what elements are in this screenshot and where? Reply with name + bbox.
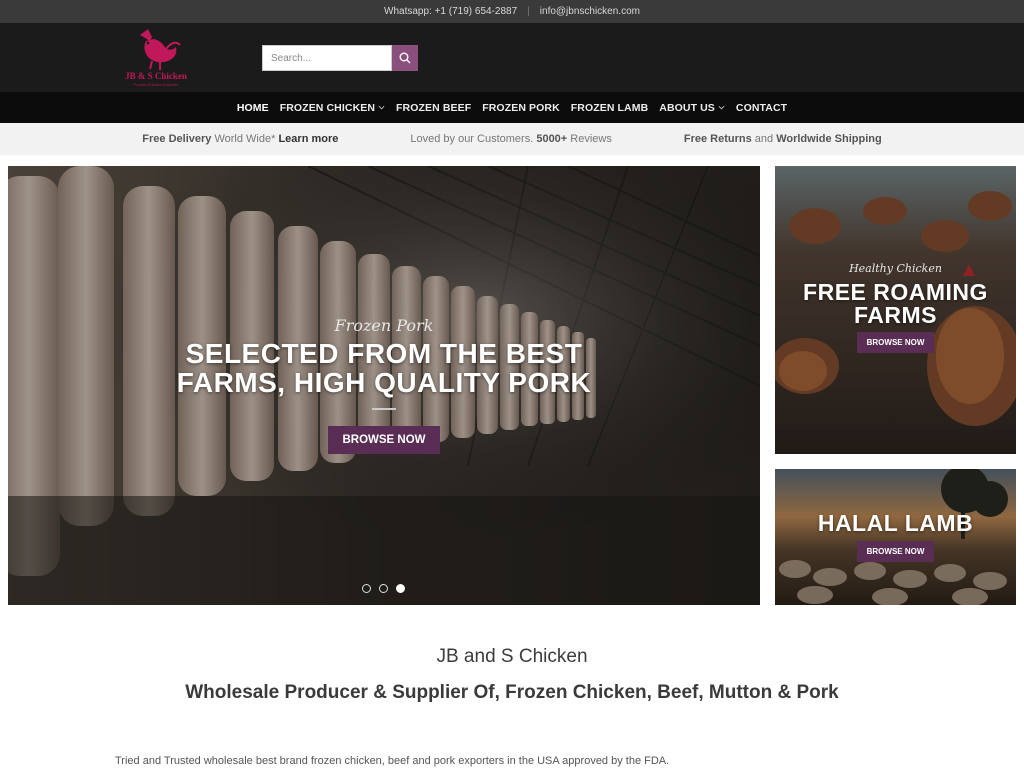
search-icon xyxy=(399,52,411,64)
slider-dot-1[interactable] xyxy=(362,584,371,593)
promo-returns-mid: and xyxy=(751,133,777,145)
promo-reviews: Loved by our Customers. 5000+ Reviews xyxy=(374,133,647,145)
lamb-browse-now-button[interactable]: BROWSE NOW xyxy=(856,541,935,562)
nav-item-label: HOME xyxy=(236,101,269,114)
promo-delivery: Free Delivery World Wide* Learn more xyxy=(106,133,374,145)
banner-free-roaming[interactable]: Healthy Chicken FREE ROAMING FARMS BROWS… xyxy=(775,166,1016,454)
nav-item-frozen-beef[interactable]: FROZEN BEEF xyxy=(396,102,471,114)
nav-item-label: FROZEN CHICKEN xyxy=(279,101,376,114)
nav-item-label: CONTACT xyxy=(735,101,788,114)
promo-returns: Free Returns and Worldwide Shipping xyxy=(648,133,918,145)
lamb-button-wrap: BROWSE NOW xyxy=(775,541,1016,562)
promo-shipping-bold: Worldwide Shipping xyxy=(776,133,882,145)
hero-slider[interactable]: Frozen Pork SELECTED FROM THE BEST FARMS… xyxy=(8,166,760,605)
nav-item-contact[interactable]: CONTACT xyxy=(736,102,787,114)
chicken-logo-icon xyxy=(140,29,181,70)
roaming-button-wrap: BROWSE NOW xyxy=(775,332,1016,353)
hero-headline-line1: SELECTED FROM THE BEST xyxy=(185,338,583,369)
sheep-banner-image xyxy=(775,469,1016,605)
chevron-down-icon xyxy=(378,105,385,110)
nav-item-label: FROZEN BEEF xyxy=(396,101,472,114)
hero-button-wrap: BROWSE NOW xyxy=(8,426,760,454)
lamb-title: HALAL LAMB xyxy=(817,510,974,536)
promo-reviews-rest: Reviews xyxy=(567,133,612,145)
search-button[interactable] xyxy=(392,45,418,71)
intro-description: Tried and Trusted wholesale best brand f… xyxy=(115,755,670,767)
banner-halal-lamb[interactable]: HALAL LAMB BROWSE NOW xyxy=(775,469,1016,605)
chevron-down-icon xyxy=(718,105,725,110)
email-link[interactable]: info@jbnschicken.com xyxy=(540,6,640,17)
promo-returns-bold: Free Returns xyxy=(683,133,752,145)
topbar-separator: | xyxy=(527,6,530,17)
promo-bar: Free Delivery World Wide* Learn more Lov… xyxy=(0,123,1024,155)
roaming-title-line2: FARMS xyxy=(854,302,937,328)
top-bar: Whatsapp: +1 (719) 654-2887 | info@jbnsc… xyxy=(0,0,1024,23)
promo-review-count: 5000+ xyxy=(536,133,568,145)
hero-divider xyxy=(372,408,396,410)
hero-browse-now-button[interactable]: BROWSE NOW xyxy=(328,426,440,454)
intro-title: JB and S Chicken xyxy=(436,646,588,667)
hero-headline-line2: FARMS, HIGH QUALITY PORK xyxy=(176,367,592,398)
search-input[interactable] xyxy=(262,45,392,71)
nav-item-frozen-chicken[interactable]: FROZEN CHICKEN xyxy=(280,102,385,114)
promo-loved-text: Loved by our Customers. xyxy=(410,133,534,145)
promo-delivery-bold: Free Delivery xyxy=(142,133,212,145)
nav-item-frozen-pork[interactable]: FROZEN PORK xyxy=(482,102,560,114)
logo-tagline: Frozen Chicken Exporter xyxy=(133,82,179,87)
slider-dot-3[interactable] xyxy=(396,584,405,593)
nav-item-label: FROZEN PORK xyxy=(482,101,560,114)
roaming-browse-now-button[interactable]: BROWSE NOW xyxy=(856,332,935,353)
roaming-kicker: Healthy Chicken xyxy=(849,262,942,275)
promo-delivery-rest: World Wide* xyxy=(211,133,276,145)
slider-dots xyxy=(362,584,405,593)
slider-dot-2[interactable] xyxy=(379,584,388,593)
hero-kicker: Frozen Pork xyxy=(334,316,434,335)
main-nav: HOME FROZEN CHICKEN FROZEN BEEF FROZEN P… xyxy=(0,92,1024,123)
nav-item-label: ABOUT US xyxy=(659,101,715,114)
nav-item-home[interactable]: HOME xyxy=(237,102,269,114)
site-header: JB & S Chicken Frozen Chicken Exporter xyxy=(0,23,1024,92)
nav-item-label: FROZEN LAMB xyxy=(570,101,649,114)
whatsapp-link[interactable]: Whatsapp: +1 (719) 654-2887 xyxy=(384,6,517,17)
site-logo[interactable]: JB & S Chicken Frozen Chicken Exporter xyxy=(116,27,196,89)
search-form xyxy=(262,45,418,71)
nav-item-about-us[interactable]: ABOUT US xyxy=(659,102,725,114)
intro-subtitle: Wholesale Producer & Supplier Of, Frozen… xyxy=(185,682,839,703)
intro-section: JB and S Chicken Wholesale Producer & Su… xyxy=(0,646,1024,704)
learn-more-link[interactable]: Learn more xyxy=(278,133,338,145)
logo-name: JB & S Chicken xyxy=(125,71,187,81)
nav-item-frozen-lamb[interactable]: FROZEN LAMB xyxy=(571,102,649,114)
